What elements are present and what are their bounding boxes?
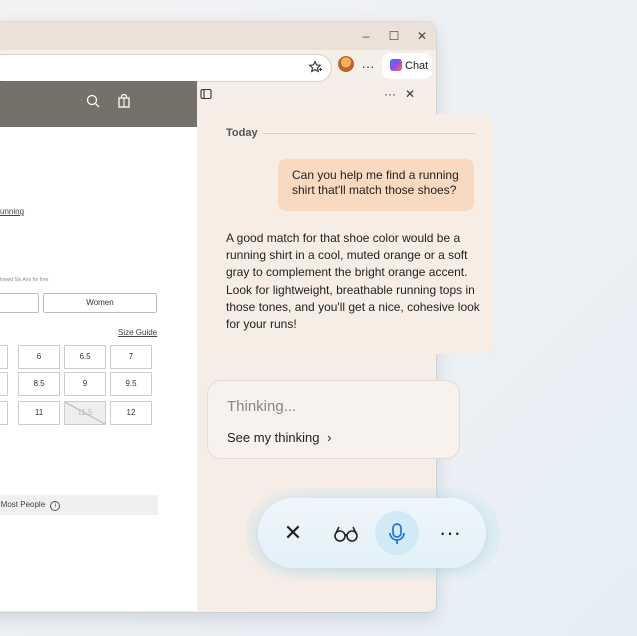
minimize-button[interactable]: – bbox=[355, 27, 377, 45]
thinking-label: Thinking... bbox=[227, 398, 297, 415]
size-option[interactable]: 11 bbox=[18, 401, 60, 425]
tab-men[interactable] bbox=[0, 293, 39, 313]
voice-more-button[interactable]: ··· bbox=[428, 511, 472, 555]
panel-more-icon[interactable]: ··· bbox=[384, 87, 396, 101]
size-option[interactable]: 7 bbox=[110, 345, 152, 369]
promo-note: lowed Sis Ans for free bbox=[0, 277, 49, 283]
vision-button[interactable] bbox=[324, 511, 368, 555]
thinking-card: Thinking... See my thinking › bbox=[207, 380, 460, 459]
size-option[interactable]: 6 bbox=[18, 345, 60, 369]
maximize-button[interactable]: ☐ bbox=[383, 27, 405, 45]
size-option[interactable] bbox=[0, 345, 8, 369]
info-icon[interactable]: i bbox=[50, 501, 61, 511]
title-bar: – ☐ ✕ bbox=[0, 22, 436, 50]
favorite-star-icon[interactable] bbox=[305, 55, 325, 81]
size-option[interactable]: 9 bbox=[64, 372, 106, 396]
tab-women[interactable]: Women bbox=[43, 293, 157, 313]
address-bar[interactable] bbox=[0, 54, 332, 82]
see-most-people-label: e Most People bbox=[0, 500, 46, 509]
size-option[interactable]: 6.5 bbox=[64, 345, 106, 369]
chevron-right-icon: › bbox=[327, 430, 332, 445]
voice-control-bar: ✕ ··· bbox=[258, 498, 486, 568]
close-window-button[interactable]: ✕ bbox=[411, 27, 433, 45]
size-option[interactable]: 11.5 bbox=[64, 401, 106, 425]
size-guide-link[interactable]: Size Guide bbox=[118, 328, 157, 337]
copilot-logo-icon bbox=[390, 59, 402, 71]
more-icon: ··· bbox=[439, 520, 461, 545]
microphone-button[interactable] bbox=[375, 511, 419, 555]
user-message-text: Can you help me find a running shirt tha… bbox=[292, 168, 459, 197]
microphone-icon bbox=[389, 523, 405, 545]
search-icon[interactable] bbox=[83, 93, 103, 113]
web-page: unning lowed Sis Ans for free Women Size… bbox=[0, 81, 197, 611]
chat-button-label: Chat bbox=[405, 60, 429, 72]
copilot-chat-button[interactable]: Chat bbox=[382, 53, 432, 79]
glasses-icon bbox=[334, 526, 358, 542]
end-voice-button[interactable]: ✕ bbox=[271, 511, 315, 555]
profile-avatar[interactable] bbox=[338, 56, 354, 72]
size-option[interactable]: 8.5 bbox=[18, 372, 60, 396]
size-option[interactable]: 9.5 bbox=[110, 372, 152, 396]
size-option[interactable] bbox=[0, 372, 8, 396]
see-my-thinking-button[interactable]: See my thinking › bbox=[227, 430, 331, 445]
chat-conversation: Today Can you help me find a running shi… bbox=[200, 114, 492, 354]
site-header bbox=[0, 81, 197, 127]
today-divider bbox=[263, 133, 475, 134]
today-label: Today bbox=[226, 127, 258, 139]
running-link[interactable]: unning bbox=[0, 207, 24, 216]
shopping-bag-icon[interactable] bbox=[114, 93, 134, 113]
see-my-thinking-label: See my thinking bbox=[227, 430, 320, 445]
close-icon: ✕ bbox=[283, 520, 303, 545]
see-most-people-bar[interactable]: e Most People i bbox=[0, 495, 158, 515]
size-option[interactable]: 5 bbox=[0, 401, 8, 425]
user-message-bubble: Can you help me find a running shirt tha… bbox=[278, 159, 474, 211]
more-options-icon[interactable]: ··· bbox=[358, 54, 378, 80]
panel-close-icon[interactable]: ✕ bbox=[405, 87, 415, 101]
sidebar-toggle-icon[interactable] bbox=[200, 88, 212, 103]
size-option[interactable]: 12 bbox=[110, 401, 152, 425]
assistant-message: A good match for that shoe color would b… bbox=[226, 231, 480, 332]
